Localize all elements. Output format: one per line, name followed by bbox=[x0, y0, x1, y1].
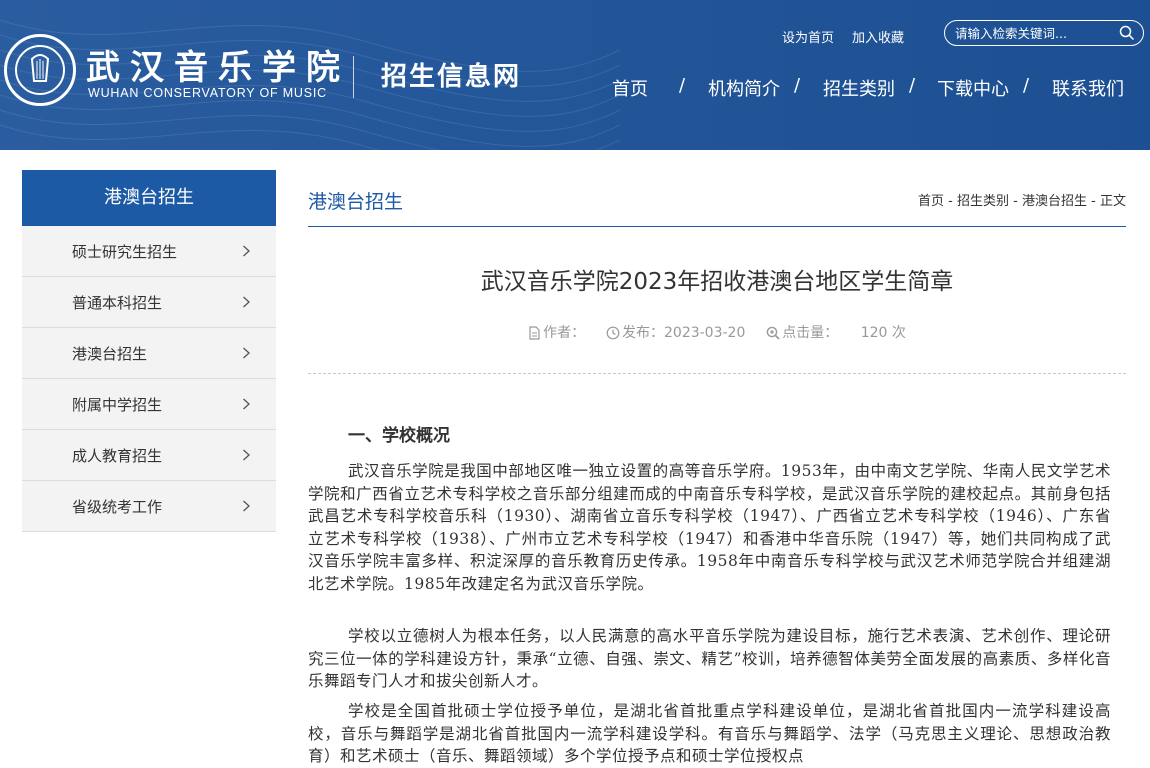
breadcrumb: 首页 - 招生类别 - 港澳台招生 - 正文 bbox=[918, 190, 1126, 209]
breadcrumb-current: 正文 bbox=[1099, 194, 1126, 209]
paragraph: 学校是全国首批硕士学位授予单位，是湖北省首批重点学科建设单位，是湖北省首批国内一… bbox=[308, 702, 1111, 765]
chevron-right-icon bbox=[243, 500, 250, 512]
lyre-icon bbox=[30, 54, 50, 82]
view-count-icon bbox=[766, 326, 780, 340]
sidebar: 港澳台招生 硕士研究生招生 普通本科招生 港澳台招生 附属中学招生 成人教育招生… bbox=[22, 170, 276, 532]
site-header: 武汉音乐学院 WUHAN CONSERVATORY OF MUSIC 招生信息网… bbox=[0, 0, 1150, 150]
chevron-right-icon bbox=[243, 398, 250, 410]
sidebar-title: 港澳台招生 bbox=[22, 170, 276, 226]
search-input[interactable] bbox=[955, 24, 1115, 42]
sidebar-item-provincial-exam[interactable]: 省级统考工作 bbox=[22, 481, 276, 532]
breadcrumb-hk-macao-taiwan[interactable]: 港澳台招生 bbox=[1022, 194, 1087, 209]
breadcrumb-home[interactable]: 首页 bbox=[918, 194, 944, 209]
nav-separator: / bbox=[679, 75, 686, 96]
article-title: 武汉音乐学院2023年招收港澳台地区学生简章 bbox=[480, 269, 954, 295]
chevron-right-icon bbox=[243, 347, 250, 359]
section-heading: 一、学校概况 bbox=[348, 426, 450, 446]
sidebar-item-hk-macao-taiwan[interactable]: 港澳台招生 bbox=[22, 328, 276, 379]
section-title: 港澳台招生 bbox=[308, 191, 404, 213]
sidebar-item-label: 硕士研究生招生 bbox=[72, 243, 178, 261]
school-name-en: WUHAN CONSERVATORY OF MUSIC bbox=[88, 86, 327, 100]
sidebar-item-label: 成人教育招生 bbox=[72, 447, 163, 465]
search-box bbox=[944, 20, 1144, 46]
add-favorite-link[interactable]: 加入收藏 bbox=[852, 27, 904, 46]
site-name: 招生信息网 bbox=[381, 62, 522, 92]
paragraph: 武汉音乐学院是我国中部地区唯一独立设置的高等音乐学府。1953年，由中南文艺学院… bbox=[308, 462, 1111, 593]
school-emblem-logo[interactable] bbox=[4, 34, 76, 106]
breadcrumb-separator: - bbox=[1091, 194, 1096, 209]
nav-admission-types[interactable]: 招生类别 bbox=[823, 75, 895, 101]
breadcrumb-separator: - bbox=[1013, 194, 1018, 209]
sidebar-item-label: 普通本科招生 bbox=[72, 294, 163, 312]
article-meta: 作者： 发布：2023-03-20 点击量： 120 次 bbox=[308, 322, 1126, 342]
sidebar-item-affiliated-school[interactable]: 附属中学招生 bbox=[22, 379, 276, 430]
chevron-right-icon bbox=[243, 296, 250, 308]
sidebar-item-adult-education[interactable]: 成人教育招生 bbox=[22, 430, 276, 481]
sidebar-item-label: 港澳台招生 bbox=[72, 345, 148, 363]
breadcrumb-separator: - bbox=[948, 194, 953, 209]
search-icon[interactable] bbox=[1119, 25, 1135, 41]
breadcrumb-admission-types[interactable]: 招生类别 bbox=[957, 194, 1009, 209]
clock-icon bbox=[606, 326, 620, 340]
chevron-right-icon bbox=[243, 449, 250, 461]
sidebar-item-label: 省级统考工作 bbox=[72, 498, 163, 516]
chevron-right-icon bbox=[243, 245, 250, 257]
nav-downloads[interactable]: 下载中心 bbox=[937, 75, 1009, 101]
meta-divider bbox=[308, 373, 1126, 374]
nav-home[interactable]: 首页 bbox=[612, 75, 648, 101]
school-name-cn: 武汉音乐学院 bbox=[86, 48, 350, 88]
publish-date: 2023-03-20 bbox=[664, 325, 746, 341]
section-divider bbox=[308, 226, 1126, 227]
sidebar-item-undergraduate[interactable]: 普通本科招生 bbox=[22, 277, 276, 328]
nav-contact[interactable]: 联系我们 bbox=[1052, 75, 1124, 101]
document-icon bbox=[529, 326, 540, 340]
click-count: 120 次 bbox=[860, 325, 906, 341]
paragraph: 学校以立德树人为根本任务，以人民满意的高水平音乐学院为建设目标，施行艺术表演、艺… bbox=[308, 627, 1111, 690]
logo-divider bbox=[353, 56, 354, 98]
author-label: 作者： bbox=[543, 325, 586, 341]
sidebar-item-label: 附属中学招生 bbox=[72, 396, 163, 414]
clicks-label: 点击量： bbox=[782, 325, 839, 341]
nav-separator: / bbox=[1023, 75, 1030, 96]
nav-about[interactable]: 机构简介 bbox=[708, 75, 780, 101]
nav-separator: / bbox=[909, 75, 916, 96]
set-home-link[interactable]: 设为首页 bbox=[782, 27, 834, 46]
nav-separator: / bbox=[794, 75, 801, 96]
sidebar-item-graduate[interactable]: 硕士研究生招生 bbox=[22, 226, 276, 277]
publish-label: 发布： bbox=[622, 325, 664, 341]
